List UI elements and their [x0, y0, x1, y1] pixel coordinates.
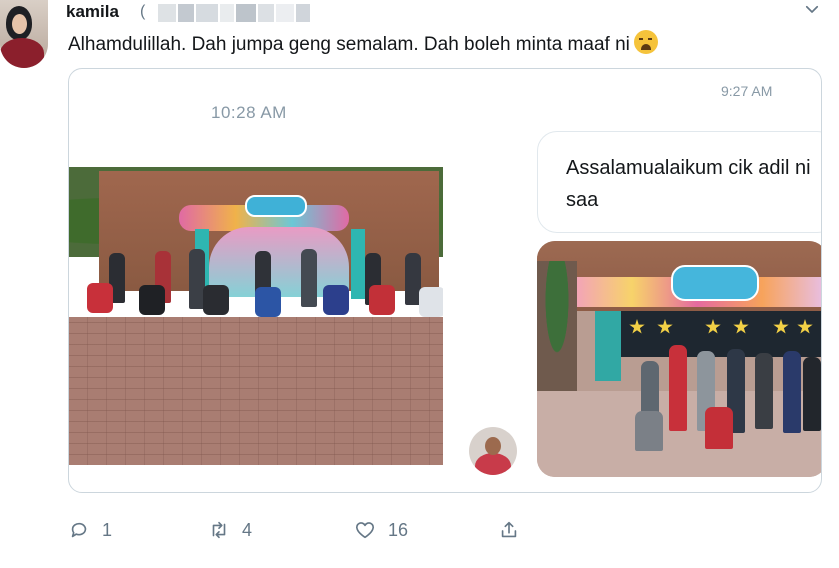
redacted-handle [158, 4, 318, 22]
author-name[interactable]: kamila [66, 2, 119, 22]
tweet-actions: 1 4 16 [68, 516, 548, 544]
retweet-button[interactable]: 4 [208, 516, 252, 544]
group-photo-theme-park [537, 241, 821, 477]
avatar-face [12, 14, 27, 34]
reply-count: 1 [102, 519, 113, 540]
heart-icon [355, 522, 375, 539]
chat-timestamp-left: 10:28 AM [211, 103, 287, 122]
tweet-text: Alhamdulillah. Dah jumpa geng semalam. D… [68, 30, 658, 56]
share-icon [501, 521, 517, 538]
tweet-media-card[interactable]: 10:28 AM 9:27 AM Assalamualaikum cik adi… [68, 68, 822, 493]
tweet-text-content: Alhamdulillah. Dah jumpa geng semalam. D… [68, 34, 630, 55]
share-button[interactable] [498, 516, 532, 544]
like-button[interactable]: 16 [354, 516, 408, 544]
retweet-count: 4 [242, 519, 253, 540]
chevron-down-icon[interactable] [800, 0, 824, 20]
author-avatar[interactable] [0, 0, 48, 68]
avatar-body [0, 38, 44, 68]
chat-message-text: Assalamualaikum cik adil ni saa [566, 157, 811, 211]
author-handle-prefix: ( [140, 3, 146, 20]
loudly-crying-face-emoji-icon [633, 30, 658, 54]
group-photo-motorcycles [69, 167, 443, 465]
chat-sender-avatar [469, 427, 517, 475]
chat-timestamp-right: 9:27 AM [721, 83, 773, 99]
reply-icon [71, 522, 87, 538]
like-count: 16 [388, 519, 409, 540]
retweet-icon [212, 521, 226, 539]
reply-button[interactable]: 1 [68, 516, 112, 544]
chat-message-bubble: Assalamualaikum cik adil ni saa [537, 131, 821, 233]
